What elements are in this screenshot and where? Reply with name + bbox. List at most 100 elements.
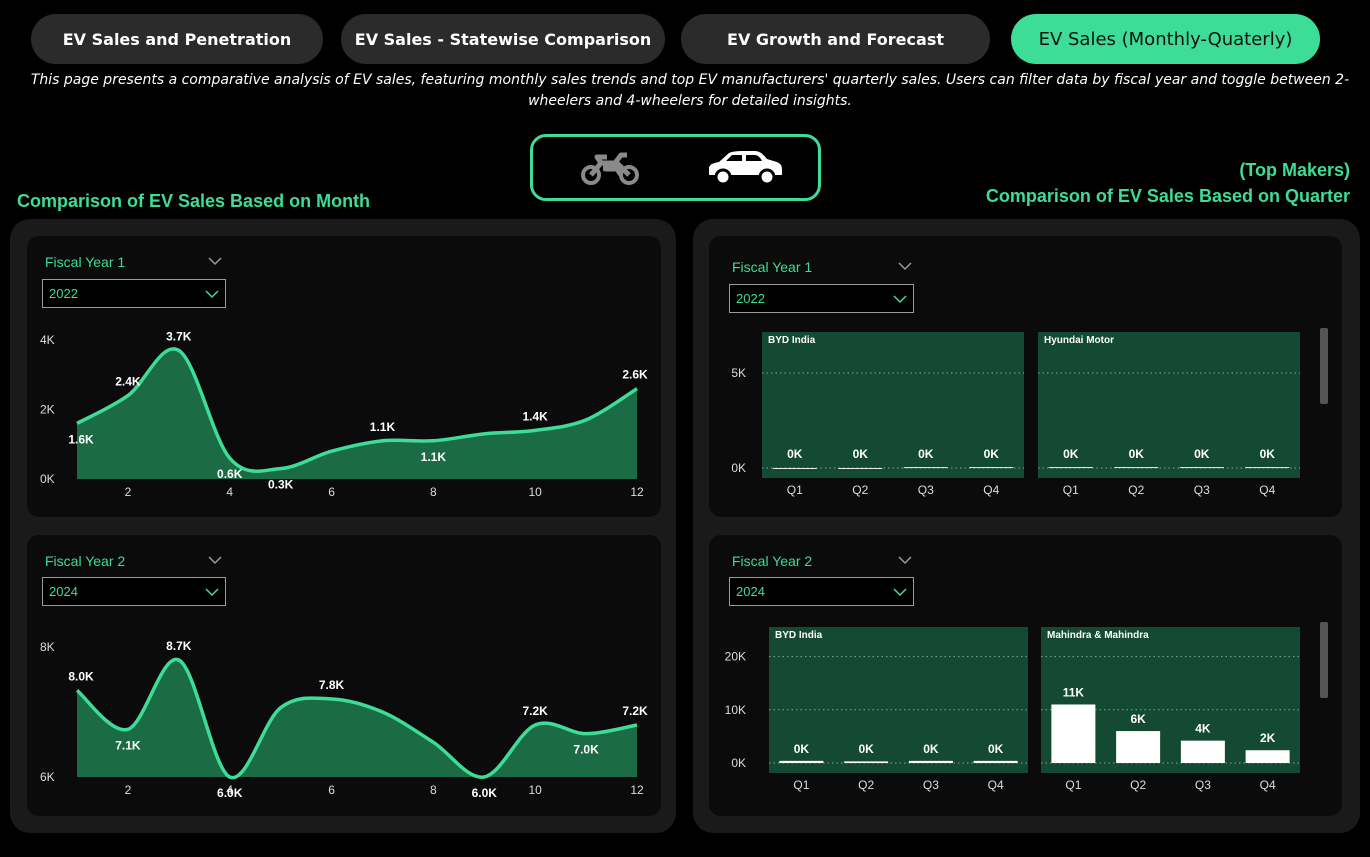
bar bbox=[1051, 704, 1096, 763]
monthly-sales-chart-fy1: 0K 2K 4K 2 4 6 8 10 12 1.6K 2.4K 3.7K 0.6K 0.3K 1.1K 1.… bbox=[40, 329, 648, 499]
quarterly-makers-chart-fy1: BYD India 0K Q1 0K Q2 0K Q3 0K Q4 Hyundai Motor 0K… bbox=[731, 332, 1300, 497]
data-label: 3.7K bbox=[166, 329, 192, 343]
bar bbox=[973, 760, 1018, 763]
data-label: 0K bbox=[858, 742, 874, 756]
x-tick-label: 10 bbox=[529, 783, 543, 797]
data-label: 0K bbox=[1194, 447, 1210, 461]
x-tick-label: 12 bbox=[630, 783, 644, 797]
bar bbox=[1179, 467, 1224, 469]
maker-name: BYD India bbox=[768, 335, 816, 346]
motorcycle-icon[interactable] bbox=[579, 151, 641, 185]
data-label: 0K bbox=[794, 742, 810, 756]
tab-statewise-comparison[interactable]: EV Sales - Statewise Comparison bbox=[341, 14, 665, 64]
quarterly-fy2-label: Fiscal Year 2 bbox=[732, 553, 813, 569]
x-tick-label: Q4 bbox=[1259, 483, 1275, 497]
area-fill bbox=[77, 348, 637, 479]
quarterly-fy1-scrollbar[interactable] bbox=[1320, 328, 1328, 404]
y-tick-label: 0K bbox=[40, 472, 55, 486]
x-tick-label: Q4 bbox=[983, 483, 999, 497]
data-label: 8.7K bbox=[166, 639, 192, 653]
data-label: 8.0K bbox=[68, 669, 94, 683]
x-tick-label: Q1 bbox=[1065, 778, 1081, 792]
data-label: 0K bbox=[984, 447, 1000, 461]
quarterly-fy2-scrollbar[interactable] bbox=[1320, 622, 1328, 698]
x-tick-label: 6 bbox=[328, 485, 335, 499]
fy1-select[interactable]: 2022 bbox=[42, 279, 226, 308]
y-tick-label: 5K bbox=[731, 366, 746, 380]
vehicle-type-toggle bbox=[530, 134, 821, 201]
data-label: 6K bbox=[1130, 712, 1146, 726]
x-tick-label: 6 bbox=[328, 783, 335, 797]
fy2-select-value: 2024 bbox=[49, 584, 78, 599]
x-tick-label: Q2 bbox=[852, 483, 868, 497]
chevron-down-icon[interactable] bbox=[898, 261, 912, 271]
data-label: 6.0K bbox=[472, 786, 498, 800]
chevron-down-icon[interactable] bbox=[898, 555, 912, 565]
data-label: 0.3K bbox=[268, 478, 294, 492]
x-tick-label: 8 bbox=[430, 783, 437, 797]
data-label: 11K bbox=[1063, 685, 1085, 699]
data-label: 1.1K bbox=[421, 450, 447, 464]
x-tick-label: 10 bbox=[529, 485, 543, 499]
fy1-select-value: 2022 bbox=[49, 286, 78, 301]
top-makers-label: (Top Makers) bbox=[1239, 160, 1350, 180]
quarterly-fy2-select[interactable]: 2024 bbox=[729, 577, 914, 606]
data-label: 0K bbox=[918, 447, 934, 461]
car-icon[interactable] bbox=[705, 149, 785, 187]
quarterly-fy1-select-value: 2022 bbox=[736, 291, 765, 306]
x-tick-label: Q4 bbox=[988, 778, 1004, 792]
tab-monthly-quarterly[interactable]: EV Sales (Monthly-Quaterly) bbox=[1011, 14, 1320, 64]
bar bbox=[903, 467, 948, 469]
x-tick-label: 12 bbox=[630, 485, 644, 499]
data-label: 0K bbox=[1063, 447, 1079, 461]
x-tick-label: Q2 bbox=[858, 778, 874, 792]
chevron-down-icon bbox=[893, 588, 907, 597]
maker-name: Mahindra & Mahindra bbox=[1047, 630, 1149, 641]
bar bbox=[1245, 750, 1290, 763]
bar bbox=[779, 760, 824, 763]
data-label: 7.1K bbox=[115, 738, 141, 752]
quarterly-fy1-label: Fiscal Year 1 bbox=[732, 259, 813, 275]
y-tick-label: 4K bbox=[40, 333, 55, 347]
data-label: 0K bbox=[1260, 447, 1276, 461]
tab-ev-sales-penetration[interactable]: EV Sales and Penetration bbox=[31, 14, 323, 64]
chevron-down-icon[interactable] bbox=[208, 555, 222, 565]
x-tick-label: 8 bbox=[430, 485, 437, 499]
monthly-section-title: Comparison of EV Sales Based on Month bbox=[17, 191, 371, 211]
bar bbox=[1114, 467, 1159, 469]
data-label: 1.4K bbox=[523, 409, 549, 423]
data-label: 0K bbox=[787, 447, 803, 461]
chevron-down-icon bbox=[893, 295, 907, 304]
data-label: 4K bbox=[1195, 722, 1211, 736]
data-label: 0K bbox=[853, 447, 869, 461]
quarterly-fy2-select-value: 2024 bbox=[736, 584, 765, 599]
data-label: 2.6K bbox=[622, 368, 648, 382]
fy2-label: Fiscal Year 2 bbox=[45, 553, 126, 569]
quarterly-fy1-select[interactable]: 2022 bbox=[729, 284, 914, 313]
data-label: 1.1K bbox=[370, 420, 396, 434]
monthly-sales-chart-fy2: 6K8K2 4 6 8 10 128.0K7.1K8.7K6.0K7.8K6.0K7.2K… bbox=[40, 639, 648, 800]
x-tick-label: 4 bbox=[226, 485, 233, 499]
x-tick-label: Q3 bbox=[923, 778, 939, 792]
x-tick-label: Q3 bbox=[1194, 483, 1210, 497]
tab-growth-forecast[interactable]: EV Growth and Forecast bbox=[681, 14, 990, 64]
y-tick-label: 0K bbox=[731, 756, 746, 770]
bar bbox=[1180, 740, 1225, 763]
bar bbox=[838, 468, 883, 469]
bar bbox=[908, 760, 953, 763]
x-tick-label: Q1 bbox=[793, 778, 809, 792]
data-label: 2.4K bbox=[115, 375, 141, 389]
bar bbox=[1116, 731, 1161, 763]
data-label: 0K bbox=[923, 742, 939, 756]
x-tick-label: Q1 bbox=[787, 483, 803, 497]
bar bbox=[1245, 467, 1290, 469]
fy1-label: Fiscal Year 1 bbox=[45, 254, 126, 270]
y-tick-label: 10K bbox=[725, 703, 746, 717]
x-tick-label: 2 bbox=[125, 485, 132, 499]
chevron-down-icon[interactable] bbox=[208, 256, 222, 266]
y-tick-label: 2K bbox=[40, 403, 55, 417]
x-tick-label: 2 bbox=[125, 783, 132, 797]
fy2-select[interactable]: 2024 bbox=[42, 577, 226, 606]
maker-name: BYD India bbox=[775, 630, 823, 641]
bar bbox=[969, 467, 1014, 469]
